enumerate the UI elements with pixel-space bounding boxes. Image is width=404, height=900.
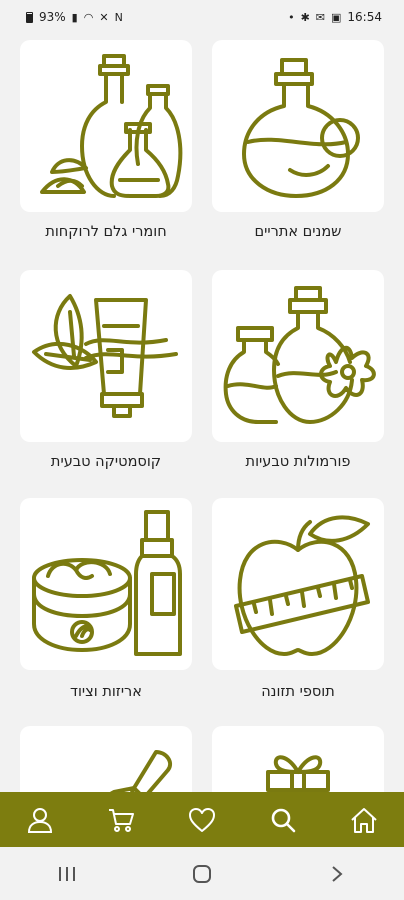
category-card-natural-formulas[interactable] [212, 270, 384, 442]
natural-cosmetics-tube-icon [32, 294, 178, 418]
category-card-tools[interactable] [20, 726, 192, 792]
home-system-button[interactable] [182, 859, 222, 889]
search-icon [271, 808, 296, 832]
user-icon [28, 807, 53, 833]
category-card-pharmacy-materials[interactable] [20, 40, 192, 212]
bottom-nav [0, 792, 404, 847]
recent-apps-icon [59, 866, 76, 881]
status-bar: 93% ▮ ◠ ✕ N • ✱ ✉ ▣ 16:54 [0, 0, 404, 34]
category-card-gifts[interactable] [212, 726, 384, 792]
category-card-natural-cosmetics[interactable] [20, 270, 192, 442]
scoop-icon [109, 750, 173, 792]
profile-button[interactable] [20, 800, 60, 840]
category-label-packaging[interactable]: אריזות וציוד [11, 684, 201, 700]
category-label-pharmacy-materials[interactable]: חומרי גלם לרוקחות [11, 224, 201, 240]
category-label-supplements[interactable]: תוספי תזונה [203, 684, 393, 700]
home-system-icon [192, 864, 211, 883]
category-card-essential-oils[interactable] [212, 40, 384, 212]
natural-formula-bottles-icon [223, 286, 376, 424]
image-icon: ▣ [331, 10, 342, 24]
status-right: • ✱ ✉ ▣ 16:54 [288, 10, 382, 24]
mute-icon: ✕ [99, 10, 109, 24]
recent-apps-button[interactable] [47, 859, 87, 889]
category-label-natural-formulas[interactable]: פורמולות טבעיות [203, 454, 393, 470]
system-nav-bar [0, 847, 404, 900]
category-grid: שמנים אתריים חומרי גלם לרוקחות פורמולות … [0, 34, 404, 792]
settings-status-icon: ✱ [300, 10, 310, 24]
favorites-button[interactable] [182, 800, 222, 840]
jar-and-bottle-icon [32, 510, 182, 656]
heart-icon [188, 807, 215, 832]
mail-icon: ✉ [315, 10, 325, 24]
signal-icon: ▮ [71, 10, 78, 24]
wifi-icon: ◠ [83, 10, 94, 24]
gift-box-icon [266, 755, 330, 792]
category-label-essential-oils[interactable]: שמנים אתריים [203, 224, 393, 240]
apple-measuring-tape-icon [234, 515, 370, 656]
category-label-natural-cosmetics[interactable]: קוסמטיקה טבעית [11, 454, 201, 470]
cart-icon [109, 808, 135, 832]
back-system-button[interactable] [317, 859, 357, 889]
essential-oil-flask-icon [242, 58, 360, 198]
nfc-icon: N [114, 10, 123, 24]
category-card-supplements[interactable] [212, 498, 384, 670]
battery-icon [26, 11, 33, 23]
cart-button[interactable] [101, 800, 141, 840]
search-button[interactable] [263, 800, 303, 840]
category-card-packaging[interactable] [20, 498, 192, 670]
clock: 16:54 [347, 10, 382, 24]
home-icon [350, 807, 377, 833]
pharmacy-bottles-icon [40, 54, 183, 198]
chevron-right-icon [331, 865, 343, 882]
dot-icon: • [288, 10, 295, 24]
home-button[interactable] [344, 800, 384, 840]
battery-percent: 93% [39, 10, 66, 24]
status-left: 93% ▮ ◠ ✕ N [26, 10, 123, 24]
